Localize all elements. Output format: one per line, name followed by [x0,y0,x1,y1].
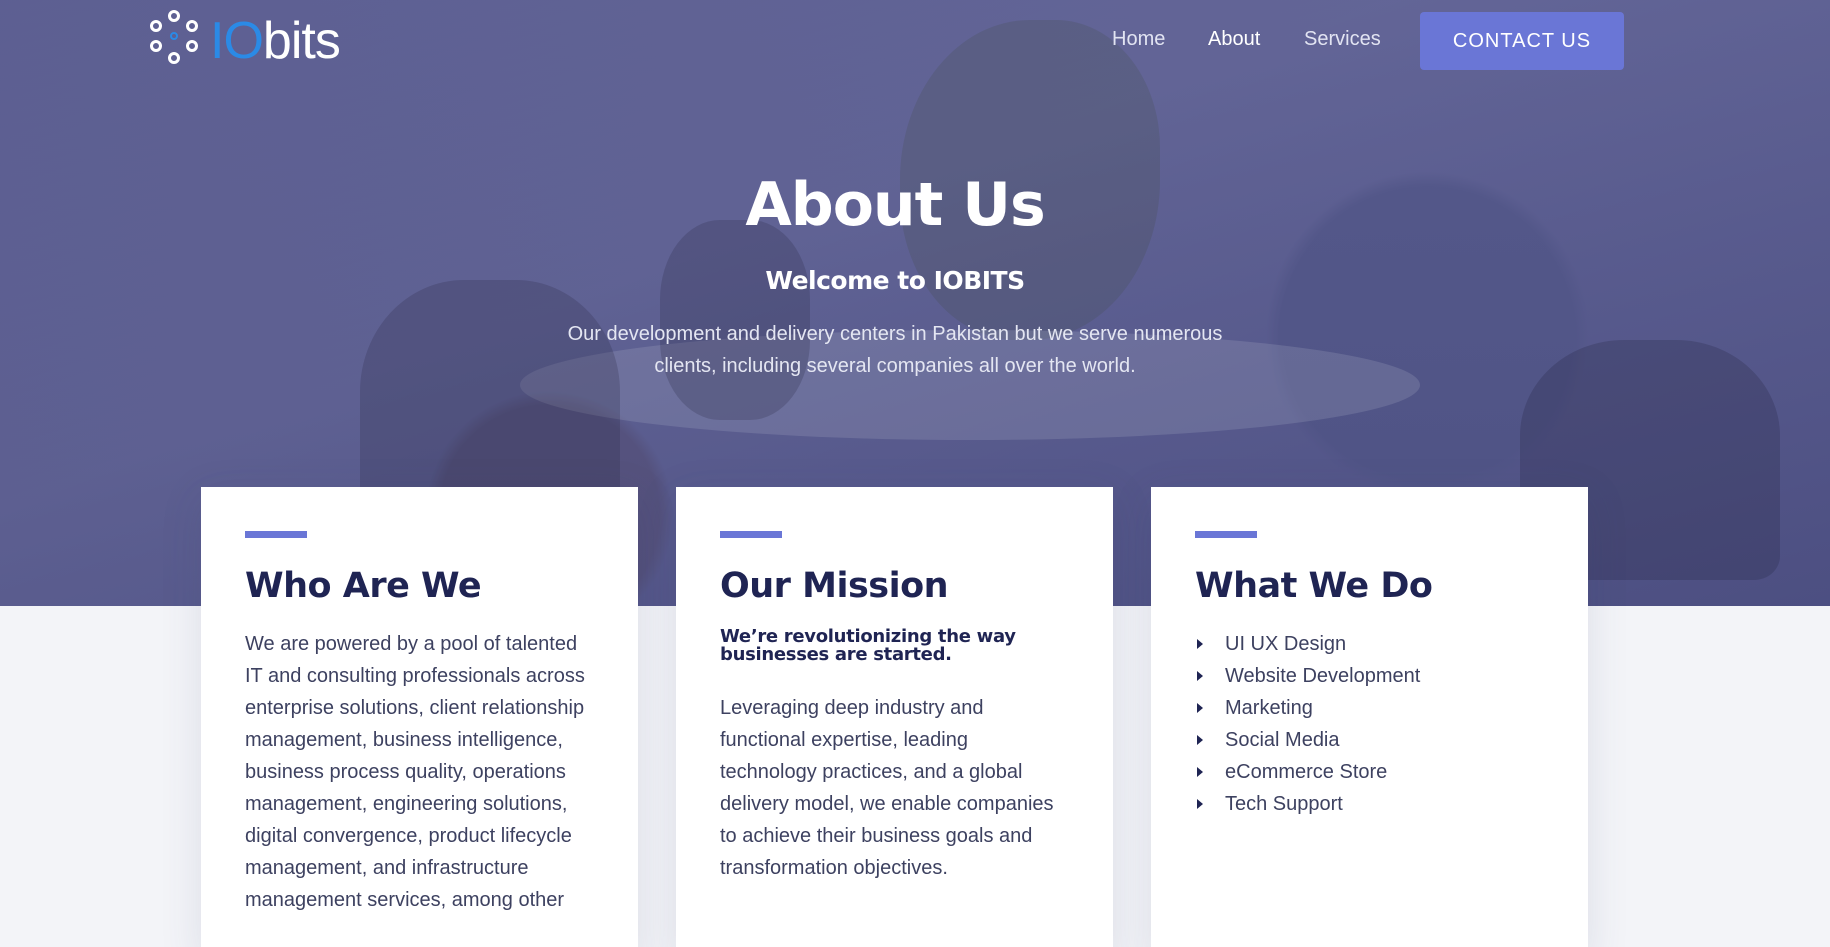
list-item: Marketing [1195,692,1544,724]
accent-bar [720,531,782,538]
mission-tagline-line: businesses are started. [720,644,952,665]
caret-right-icon [1197,671,1203,681]
mission-tagline: We’re revolutionizing the way businesses… [720,628,1069,664]
nav-about[interactable]: About [1208,28,1260,51]
list-item: Social Media [1195,724,1544,756]
card-text: We are powered by a pool of talented IT … [245,633,585,911]
list-item: Website Development [1195,660,1544,692]
caret-right-icon [1197,639,1203,649]
hero-subtitle: Welcome to IOBITS [765,266,1025,295]
who-are-we-card: Who Are We We are powered by a pool of t… [201,487,638,947]
list-item: eCommerce Store [1195,756,1544,788]
our-mission-card: Our Mission We’re revolutionizing the wa… [676,487,1113,947]
list-item-label: Tech Support [1225,793,1343,815]
list-item-label: UI UX Design [1225,633,1347,655]
caret-right-icon [1197,703,1203,713]
accent-bar [1195,531,1257,538]
dots-ring-icon [146,10,202,72]
logo-io-text: IO [210,12,264,70]
nav-home[interactable]: Home [1112,28,1165,51]
list-item-label: eCommerce Store [1225,761,1388,783]
caret-right-icon [1197,767,1203,777]
card-title: Who Are We [245,566,482,606]
list-item-label: Website Development [1225,665,1421,687]
hero-description: Our development and delivery centers in … [567,323,1223,377]
card-text: Leveraging deep industry and functional … [720,697,1054,879]
card-title: Our Mission [720,566,949,606]
list-item-label: Social Media [1225,729,1340,751]
list-item-label: Marketing [1225,697,1313,719]
contact-us-button[interactable]: CONTACT US [1420,12,1624,70]
what-we-do-card: What We Do UI UX Design Website Developm… [1151,487,1588,947]
list-item: UI UX Design [1195,628,1544,660]
caret-right-icon [1197,735,1203,745]
list-item: Tech Support [1195,788,1544,820]
page-title: About Us [745,170,1045,240]
logo-bits-text: bits [262,12,341,70]
logo-wordmark: IObits [210,10,341,72]
caret-right-icon [1197,799,1203,809]
accent-bar [245,531,307,538]
services-list: UI UX Design Website Development Marketi… [1195,628,1544,820]
site-logo[interactable]: IObits [146,10,341,72]
card-title: What We Do [1195,566,1433,606]
nav-services[interactable]: Services [1304,28,1381,51]
